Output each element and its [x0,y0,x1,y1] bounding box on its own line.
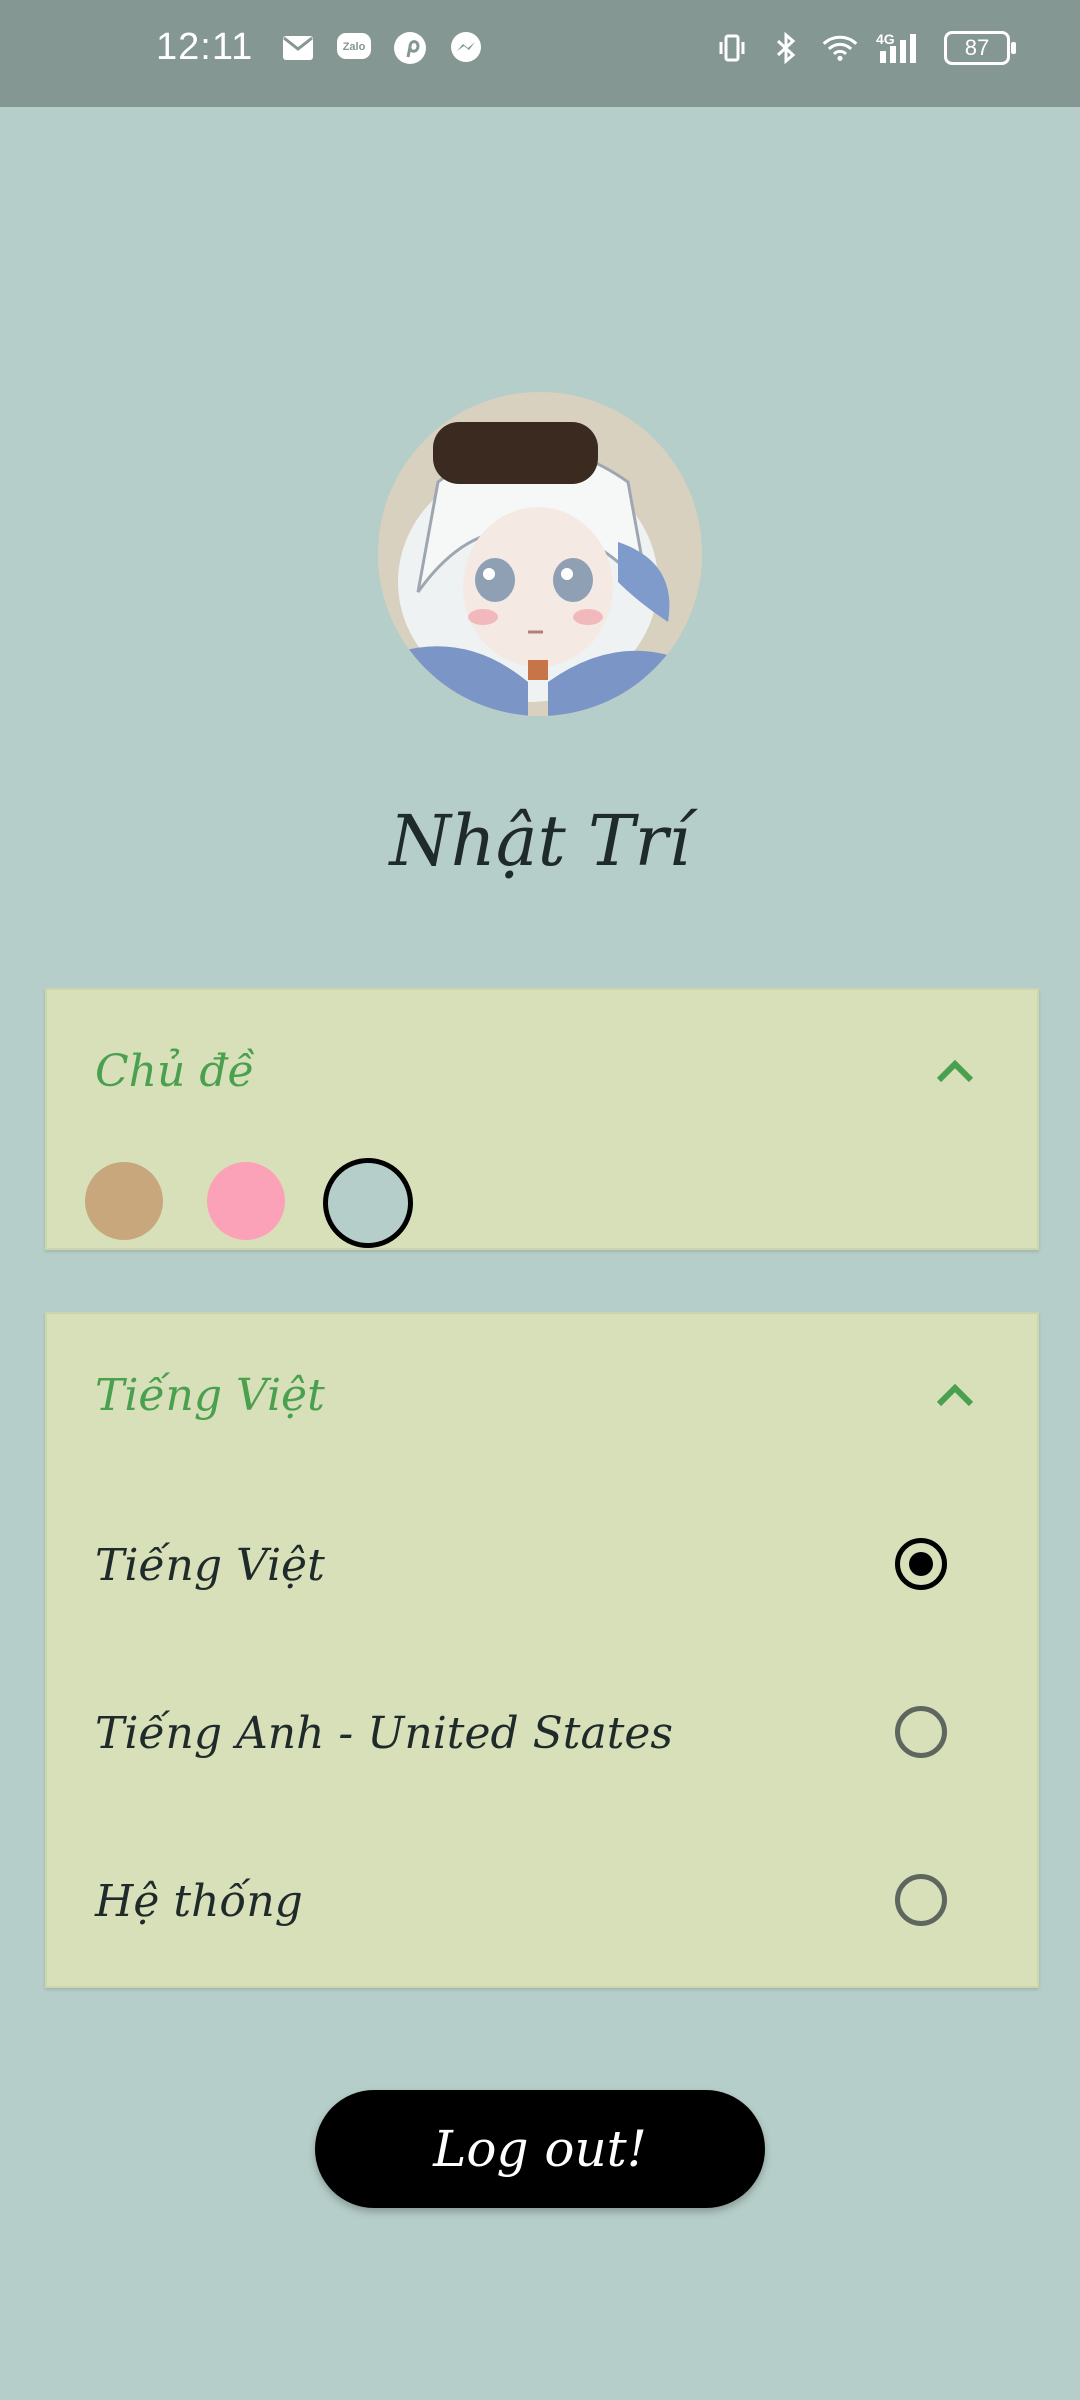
profile-name: Nhật Trí [389,800,691,882]
language-option-label: Hệ thống [95,1876,303,1927]
battery-icon: 87 [944,31,1016,65]
messenger-icon [448,30,484,66]
gmail-icon [280,30,316,66]
logout-button[interactable]: Log out! [315,2090,765,2208]
notification-icons: Zalo [280,30,484,66]
network-text: 4G [876,31,895,47]
system-icons: 4G 87 [714,30,1016,66]
status-bar: 12:11 Zalo 4G 87 [0,0,1080,107]
theme-panel: Chủ đề [45,988,1039,1250]
zalo-text: Zalo [343,41,366,53]
theme-panel-title: Chủ đề [95,1046,255,1097]
chevron-up-icon[interactable] [933,1050,977,1094]
radio-unselected-icon[interactable] [895,1874,947,1926]
signal-4g-icon: 4G [876,30,926,66]
avatar-illustration [378,392,702,716]
bluetooth-icon [768,30,804,66]
chevron-up-icon[interactable] [933,1374,977,1418]
wifi-icon [822,30,858,66]
language-option-label: Tiếng Việt [95,1540,325,1591]
status-time: 12:11 [156,26,254,68]
language-option-english[interactable]: Tiếng Anh - United States [47,1672,1037,1792]
language-option-vietnamese[interactable]: Tiếng Việt [47,1504,1037,1624]
zalo-icon: Zalo [336,30,372,66]
language-option-system[interactable]: Hệ thống [47,1840,1037,1960]
pinterest-icon [392,30,428,66]
profile-avatar[interactable] [378,392,702,716]
theme-swatch-sage-selected[interactable] [323,1158,413,1248]
vibrate-icon [714,30,750,66]
theme-swatch-pink[interactable] [207,1162,285,1240]
theme-swatch-tan[interactable] [85,1162,163,1240]
radio-selected-icon[interactable] [895,1538,947,1590]
language-panel: Tiếng Việt Tiếng Việt Tiếng Anh - United… [45,1312,1039,1988]
radio-unselected-icon[interactable] [895,1706,947,1758]
language-panel-title: Tiếng Việt [95,1370,325,1421]
language-option-label: Tiếng Anh - United States [95,1708,673,1759]
